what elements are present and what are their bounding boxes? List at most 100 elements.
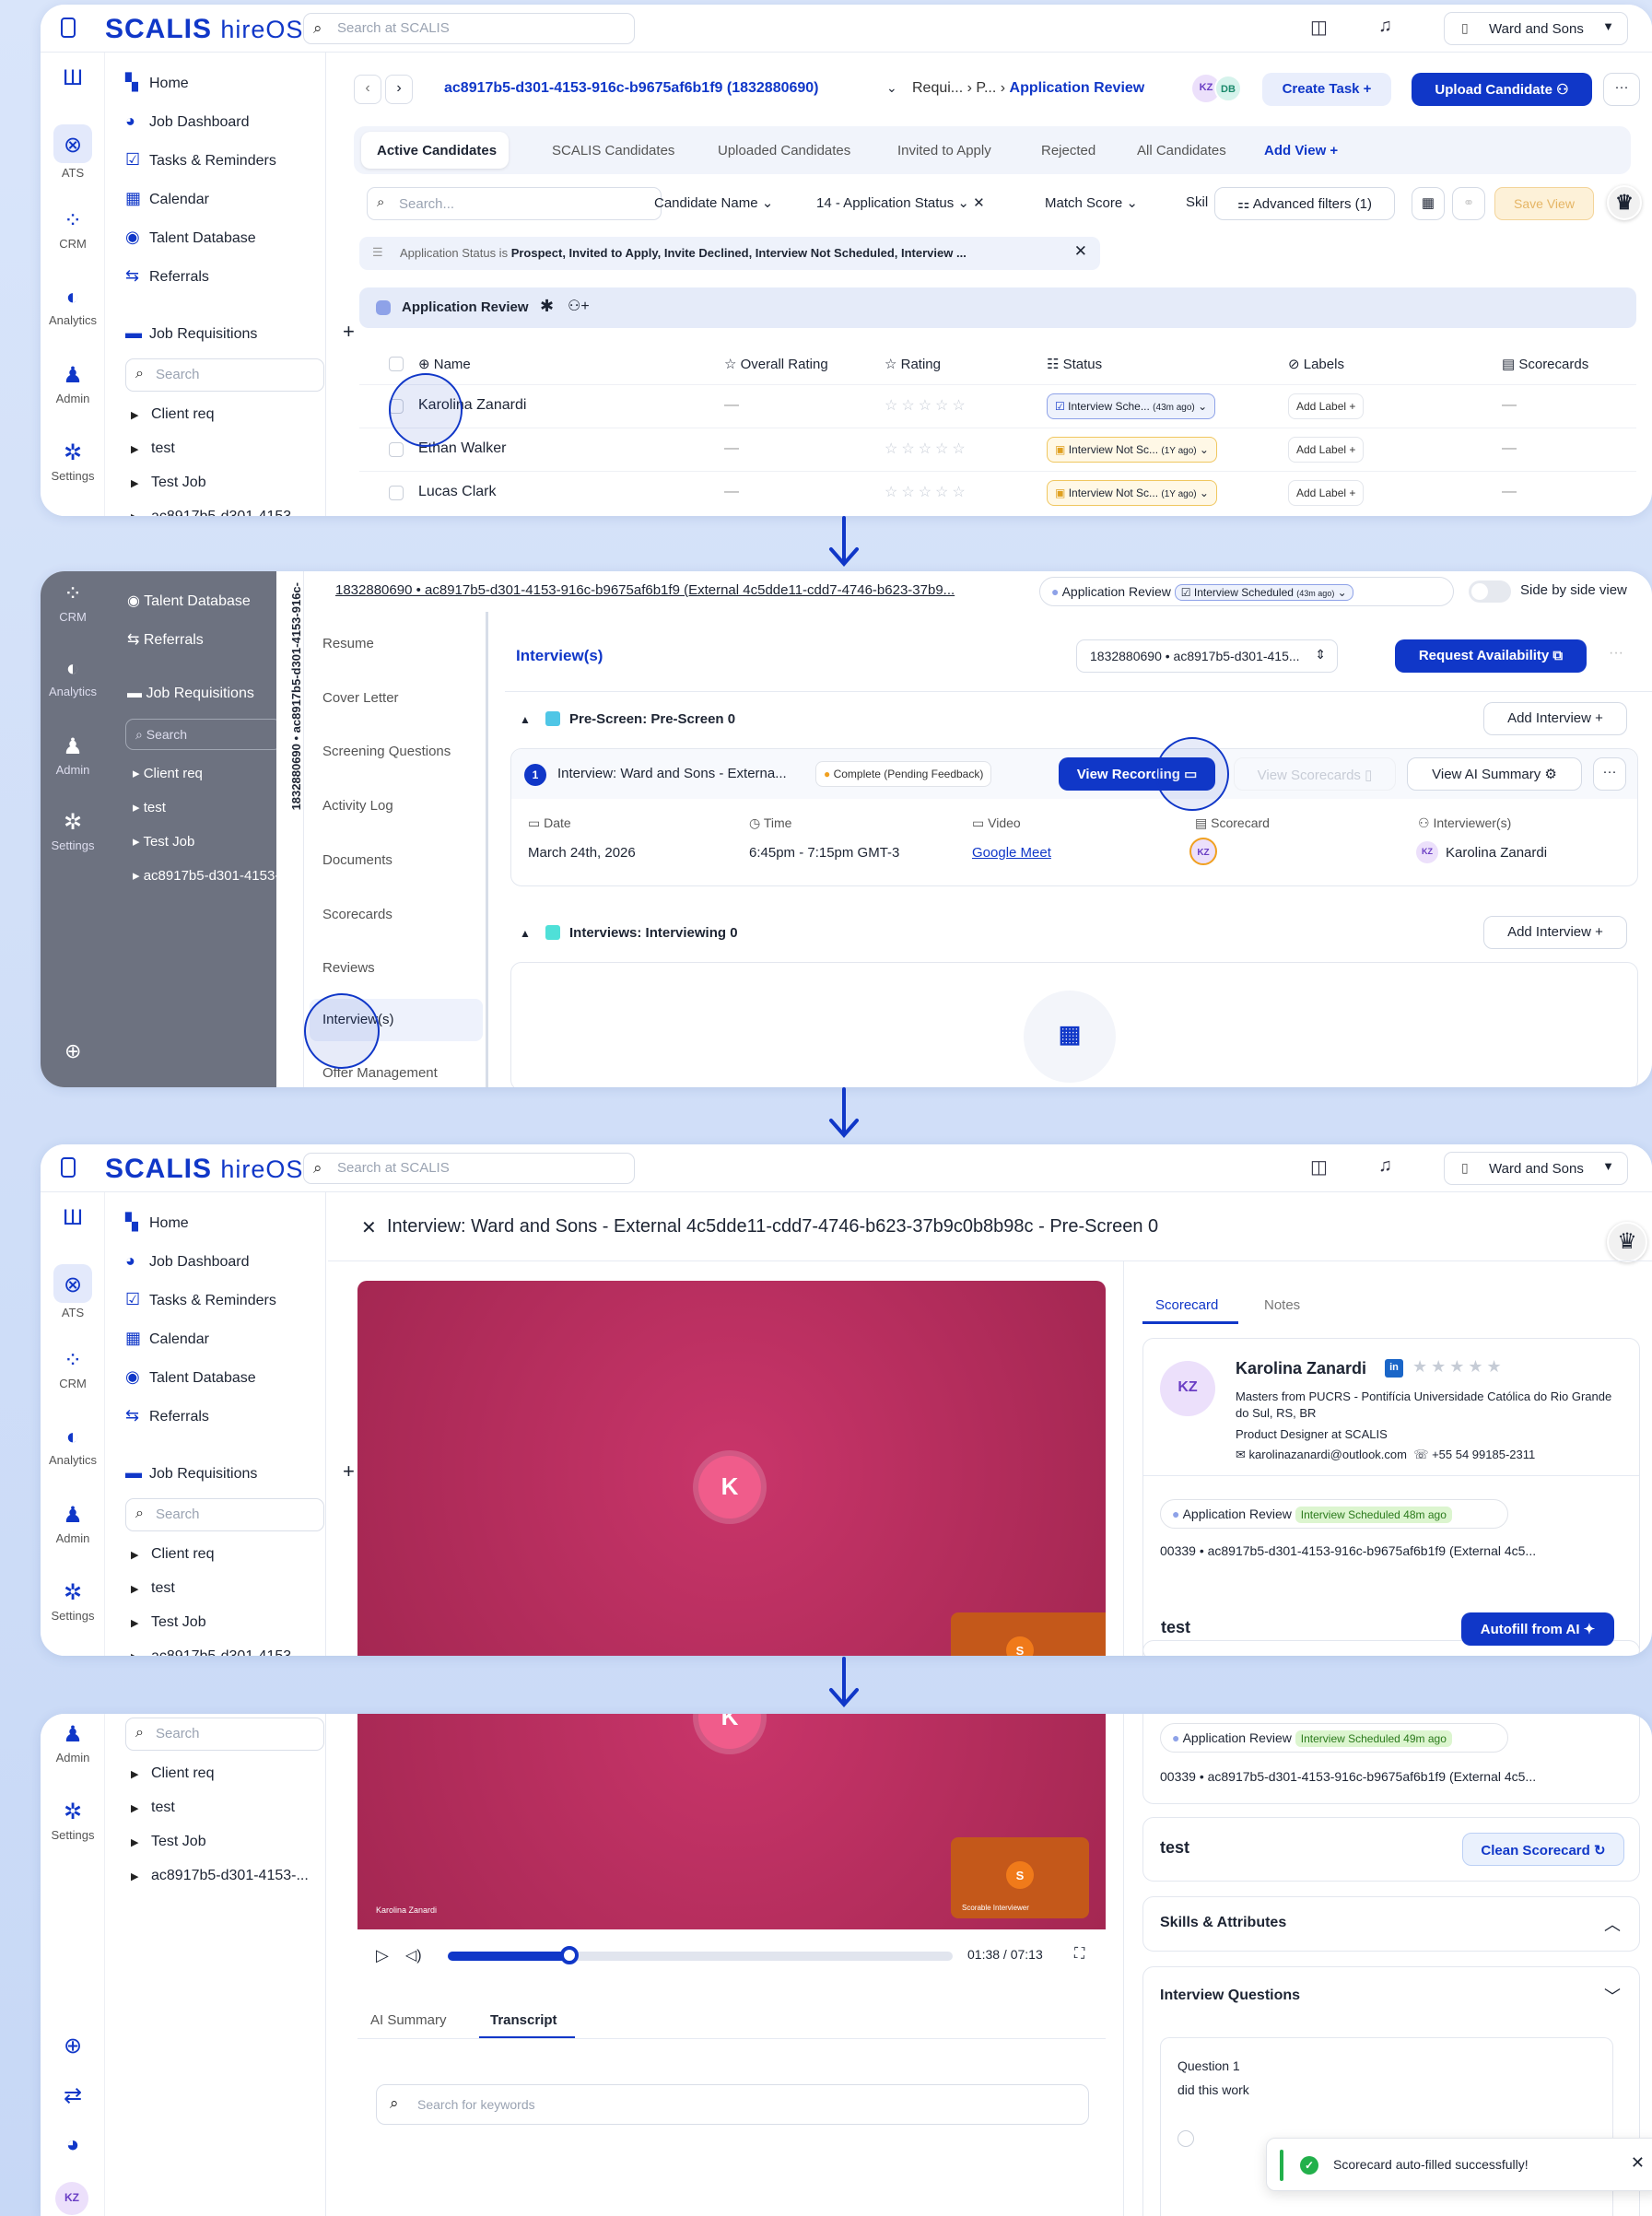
close-icon[interactable]: ✕ bbox=[361, 1216, 377, 1239]
tree-item[interactable]: ▶ Client req bbox=[131, 1546, 214, 1563]
global-search-input[interactable]: ⌕ Search at SCALIS bbox=[303, 13, 635, 44]
close-icon[interactable]: ✕ bbox=[1631, 2153, 1645, 2173]
tab-invited[interactable]: Invited to Apply bbox=[897, 143, 991, 158]
nav-referrals[interactable]: ⇆ Referrals bbox=[125, 1406, 209, 1425]
profile-avatar[interactable]: ♛ bbox=[1607, 185, 1642, 220]
nav-job-dashboard[interactable]: ◕ Job Dashboard bbox=[125, 1251, 250, 1271]
nav-job-dashboard[interactable]: ◕ Job Dashboard bbox=[125, 111, 250, 131]
radio-option[interactable] bbox=[1177, 2130, 1194, 2147]
rail-ats[interactable]: ⊗ ATS bbox=[41, 124, 105, 180]
add-requisition-icon[interactable]: + bbox=[343, 1460, 355, 1483]
add-user-icon[interactable]: ⚇+ bbox=[568, 297, 590, 315]
col-rating[interactable]: ☆ Rating bbox=[885, 356, 941, 372]
candidate-name[interactable]: Lucas Clark bbox=[418, 484, 496, 500]
user-avatar[interactable]: KZ bbox=[55, 2182, 88, 2215]
avatar[interactable]: DB bbox=[1214, 75, 1242, 102]
status-badge[interactable]: ▣ Interview Not Sc... (1Y ago) ⌄ bbox=[1047, 437, 1217, 463]
menu-screening-questions[interactable]: Screening Questions bbox=[322, 744, 451, 759]
rail-crm[interactable]: ⁘ CRM bbox=[41, 207, 105, 251]
rail-admin[interactable]: ♟ Admin bbox=[41, 1502, 105, 1545]
keyword-search-input[interactable]: ⌕ Search for keywords bbox=[376, 2084, 1089, 2125]
more-options-button[interactable]: ··· bbox=[1603, 73, 1640, 106]
menu-documents[interactable]: Documents bbox=[322, 852, 392, 868]
view-ai-summary-button[interactable]: View AI Summary ⚙ bbox=[1407, 757, 1582, 791]
filter-status[interactable]: 14 - Application Status ⌄ ✕ bbox=[816, 194, 985, 211]
rail-crm[interactable]: ⁘ CRM bbox=[41, 1347, 105, 1390]
table-row[interactable]: Karolina Zanardi — ☆☆☆☆☆ ☑ Interview Sch… bbox=[359, 385, 1636, 428]
rail-logo[interactable]: Ш bbox=[41, 65, 105, 94]
filter-skill[interactable]: Skil bbox=[1186, 194, 1208, 210]
requisition-selector[interactable]: 1832880690 • ac8917b5-d301-415... ⇕ bbox=[1076, 639, 1338, 673]
candidate-search-input[interactable]: ⌕ Search... bbox=[367, 187, 662, 220]
video-player[interactable]: K Karolina Zanardi S Scorable Interviewe… bbox=[357, 1714, 1106, 1929]
back-button[interactable]: ‹ bbox=[354, 75, 381, 104]
filter-match-score[interactable]: Match Score ⌄ bbox=[1045, 194, 1138, 211]
tree-item[interactable]: ▶ Client req bbox=[131, 406, 214, 423]
skills-section[interactable]: Skills & Attributes ︿ bbox=[1142, 1896, 1640, 1952]
chevron-up-icon[interactable]: ︿ bbox=[1604, 1912, 1621, 1936]
fullscreen-icon[interactable]: ⛶ bbox=[1074, 1946, 1084, 1963]
more-options-icon[interactable]: ··· bbox=[1609, 645, 1623, 662]
rating-stars[interactable]: ☆☆☆☆☆ bbox=[885, 440, 969, 458]
chat-icon[interactable]: ◫ bbox=[1310, 16, 1328, 39]
gear-icon[interactable]: ✱ bbox=[540, 297, 554, 316]
nav-calendar[interactable]: ▦ Calendar bbox=[125, 189, 209, 208]
help-icon[interactable]: ◕ bbox=[41, 2132, 105, 2161]
add-label-button[interactable]: Add Label + bbox=[1288, 393, 1365, 419]
tab-active-candidates[interactable]: Active Candidates bbox=[377, 143, 497, 158]
stage-status-pill[interactable]: ● Application Review Interview Scheduled… bbox=[1160, 1723, 1508, 1753]
progress-handle[interactable] bbox=[559, 1946, 579, 1964]
rating-stars[interactable]: ☆☆☆☆☆ bbox=[885, 396, 969, 415]
tree-item[interactable]: ▶ac8917b5-d301-4153-... bbox=[131, 1648, 309, 1656]
add-label-button[interactable]: Add Label + bbox=[1288, 437, 1365, 463]
create-task-button[interactable]: Create Task + bbox=[1262, 73, 1391, 106]
clean-scorecard-button[interactable]: Clean Scorecard ↻ bbox=[1462, 1833, 1624, 1866]
play-icon[interactable]: ▷ bbox=[376, 1946, 389, 1965]
progress-bar[interactable] bbox=[448, 1946, 953, 1964]
requisition-search-input[interactable]: ⌕ Search bbox=[125, 358, 324, 392]
nav-referrals[interactable]: ⇆ Referrals bbox=[125, 266, 209, 286]
video-player[interactable]: K S bbox=[357, 1281, 1106, 1656]
tree-item[interactable]: ▶ac8917b5-d301-4153-... bbox=[131, 509, 309, 516]
table-row[interactable]: Lucas Clark — ☆☆☆☆☆ ▣ Interview Not Sc..… bbox=[359, 472, 1636, 514]
tab-scorecard[interactable]: Scorecard bbox=[1155, 1297, 1218, 1313]
side-by-side-toggle[interactable] bbox=[1469, 580, 1511, 603]
org-selector[interactable]: ▯ Ward and Sons ▼ bbox=[1444, 1152, 1628, 1185]
col-name[interactable]: ⊕ Name bbox=[418, 356, 471, 372]
tab-uploaded-candidates[interactable]: Uploaded Candidates bbox=[718, 143, 850, 158]
add-label-button[interactable]: Add Label + bbox=[1288, 480, 1365, 506]
tab-scalis-candidates[interactable]: SCALIS Candidates bbox=[552, 143, 674, 158]
sidebar-toggle-icon[interactable] bbox=[61, 1157, 76, 1178]
menu-cover-letter[interactable]: Cover Letter bbox=[322, 690, 399, 706]
link-icon[interactable]: ⚭ bbox=[1452, 187, 1485, 220]
requisition-id[interactable]: ac8917b5-d301-4153-916c-b9675af6b1f9 (18… bbox=[444, 80, 819, 97]
bell-icon[interactable]: ♫ bbox=[1378, 1155, 1392, 1177]
forward-button[interactable]: › bbox=[385, 75, 413, 104]
autofill-from-ai-button[interactable]: Autofill from AI ✦ bbox=[1461, 1612, 1614, 1646]
volume-icon[interactable]: ◁) bbox=[405, 1946, 422, 1964]
nav-home[interactable]: ▚ Home bbox=[125, 73, 189, 92]
requisition-search-input[interactable]: ⌕ Search bbox=[125, 1498, 324, 1531]
tree-item[interactable]: ▶ test bbox=[131, 440, 175, 457]
menu-activity-log[interactable]: Activity Log bbox=[322, 798, 393, 814]
google-meet-link[interactable]: Google Meet bbox=[972, 845, 1051, 861]
col-labels[interactable]: ⊘ Labels bbox=[1288, 356, 1344, 372]
more-options-button[interactable]: ··· bbox=[1593, 757, 1626, 791]
global-search-input[interactable]: ⌕ Search at SCALIS bbox=[303, 1153, 635, 1184]
bell-icon[interactable]: ♫ bbox=[1378, 16, 1392, 37]
tree-item[interactable]: ▶ test bbox=[131, 1800, 175, 1816]
tab-rejected[interactable]: Rejected bbox=[1041, 143, 1095, 158]
table-row[interactable]: Ethan Walker — ☆☆☆☆☆ ▣ Interview Not Sc.… bbox=[359, 428, 1636, 471]
rail-logo[interactable]: Ш bbox=[41, 1205, 105, 1234]
tree-item[interactable]: ▶ test bbox=[131, 1580, 175, 1597]
clear-filter-icon[interactable]: ✕ bbox=[1074, 242, 1087, 261]
tree-item[interactable]: ▶ Test Job bbox=[131, 1834, 206, 1850]
tab-ai-summary[interactable]: AI Summary bbox=[370, 2012, 447, 2028]
org-selector[interactable]: ▯ Ward and Sons ▼ bbox=[1444, 12, 1628, 45]
row-checkbox[interactable] bbox=[389, 442, 404, 457]
rail-settings[interactable]: ✲ Settings bbox=[41, 440, 105, 483]
add-requisition-icon[interactable]: + bbox=[343, 320, 355, 344]
add-icon[interactable]: ⊕ bbox=[41, 2033, 105, 2062]
nav-tasks[interactable]: ☑ Tasks & Reminders bbox=[125, 1290, 276, 1309]
switch-org-icon[interactable]: ⇄ bbox=[41, 2082, 105, 2112]
